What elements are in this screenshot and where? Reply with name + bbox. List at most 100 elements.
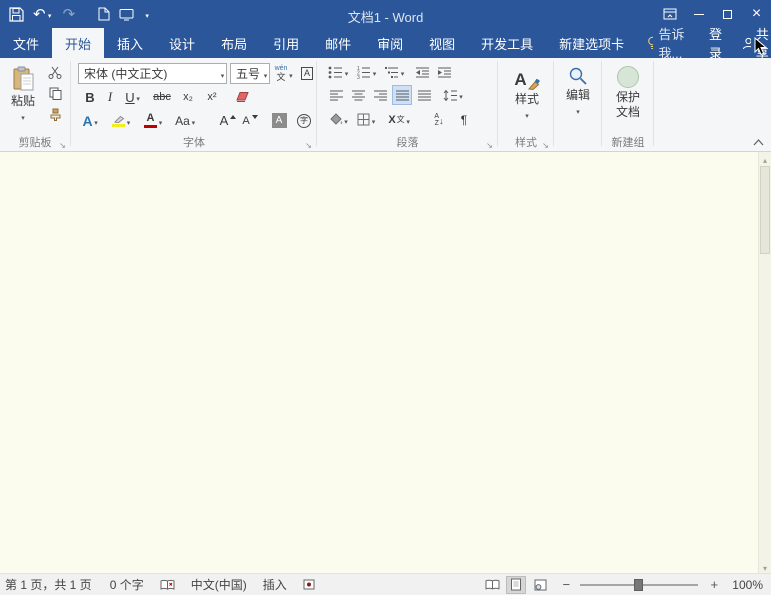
- vertical-scrollbar[interactable]: [758, 152, 771, 573]
- tab-references[interactable]: 引用: [260, 28, 312, 58]
- tab-custom[interactable]: 新建选项卡: [546, 28, 637, 58]
- tab-insert[interactable]: 插入: [104, 28, 156, 58]
- tell-me-box[interactable]: 告诉我...: [637, 27, 697, 61]
- chevron-down-icon[interactable]: [157, 114, 164, 128]
- save-button[interactable]: [9, 6, 24, 22]
- chevron-down-icon[interactable]: [343, 65, 350, 79]
- chevron-down-icon[interactable]: [371, 65, 378, 79]
- zoom-level[interactable]: 100%: [732, 578, 763, 592]
- undo-button[interactable]: [33, 7, 54, 22]
- borders-button[interactable]: [354, 109, 380, 130]
- scroll-up-arrow[interactable]: [759, 152, 771, 165]
- align-left-button[interactable]: [326, 85, 346, 105]
- read-mode-button[interactable]: [482, 576, 502, 594]
- increase-indent-button[interactable]: [434, 62, 454, 82]
- tab-developer[interactable]: 开发工具: [468, 28, 546, 58]
- tab-file[interactable]: 文件: [0, 28, 52, 58]
- protect-document-button[interactable]: 保护 文档: [606, 61, 650, 135]
- shrink-font-button[interactable]: A: [240, 110, 260, 131]
- document-canvas[interactable]: [0, 152, 771, 573]
- chevron-down-icon[interactable]: [343, 113, 350, 127]
- line-spacing-button[interactable]: [440, 85, 467, 105]
- distribute-text-button[interactable]: [414, 85, 434, 105]
- scrollbar-thumb[interactable]: [760, 166, 770, 254]
- bullets-button[interactable]: [326, 62, 352, 82]
- cut-button[interactable]: [45, 63, 65, 82]
- chevron-down-icon[interactable]: [458, 88, 465, 102]
- zoom-slider-thumb[interactable]: [634, 578, 644, 591]
- text-effects-button[interactable]: A: [78, 110, 104, 131]
- macro-record-button[interactable]: [303, 579, 315, 590]
- chevron-down-icon[interactable]: [125, 114, 132, 128]
- bold-button[interactable]: B: [80, 87, 100, 107]
- page-number-status[interactable]: 第 1 页，共 1 页: [5, 576, 92, 593]
- styles-dialog-launcher[interactable]: [540, 137, 551, 148]
- subscript-button[interactable]: x₂: [177, 87, 199, 107]
- chevron-down-icon[interactable]: [405, 113, 412, 127]
- asian-layout-button[interactable]: X 文: [384, 109, 416, 130]
- editing-button[interactable]: 编辑: [558, 61, 598, 135]
- underline-button[interactable]: U: [120, 87, 147, 107]
- chevron-down-icon[interactable]: [46, 7, 54, 21]
- zoom-in-button[interactable]: [706, 577, 722, 592]
- chevron-down-icon[interactable]: [370, 113, 377, 127]
- chevron-down-icon[interactable]: [399, 65, 406, 79]
- font-size-combobox[interactable]: 五号: [230, 63, 270, 84]
- tab-design[interactable]: 设计: [156, 28, 208, 58]
- strikethrough-button[interactable]: abc: [149, 87, 175, 107]
- tab-layout[interactable]: 布局: [208, 28, 260, 58]
- zoom-out-button[interactable]: [558, 577, 574, 592]
- numbering-button[interactable]: 123: [354, 62, 380, 82]
- chevron-down-icon[interactable]: [287, 67, 294, 81]
- print-layout-button[interactable]: [506, 575, 527, 594]
- insert-mode-status[interactable]: 插入: [263, 576, 287, 593]
- touch-mode-button[interactable]: [119, 8, 134, 21]
- sort-button[interactable]: A Z: [428, 109, 450, 130]
- character-border-button[interactable]: A: [298, 63, 316, 84]
- align-justify-button[interactable]: [392, 85, 412, 105]
- redo-button[interactable]: [63, 7, 76, 22]
- text-highlight-button[interactable]: [108, 110, 136, 131]
- phonetic-guide-button[interactable]: wén 文: [273, 63, 296, 84]
- font-dialog-launcher[interactable]: [303, 137, 314, 148]
- multilevel-list-button[interactable]: [382, 62, 408, 82]
- language-status[interactable]: 中文(中国): [191, 576, 247, 593]
- customize-quick-access-button[interactable]: [143, 7, 151, 21]
- collapse-ribbon-button[interactable]: [753, 139, 764, 146]
- italic-button[interactable]: I: [101, 87, 119, 107]
- chevron-down-icon[interactable]: [190, 114, 197, 128]
- shading-button[interactable]: [326, 109, 352, 130]
- scroll-down-arrow[interactable]: [759, 560, 771, 573]
- proofing-status-button[interactable]: [160, 579, 175, 591]
- chevron-down-icon[interactable]: [135, 90, 142, 104]
- chevron-down-icon[interactable]: [93, 114, 100, 128]
- character-shading-button[interactable]: A: [268, 110, 290, 131]
- clipboard-dialog-launcher[interactable]: [57, 137, 68, 148]
- format-painter-button[interactable]: [45, 105, 65, 124]
- font-color-button[interactable]: A: [140, 110, 168, 131]
- grow-font-button[interactable]: A: [218, 110, 238, 131]
- decrease-indent-button[interactable]: [412, 62, 432, 82]
- tab-view[interactable]: 视图: [416, 28, 468, 58]
- new-document-button[interactable]: [98, 7, 110, 21]
- chevron-down-icon[interactable]: [219, 67, 226, 81]
- enclose-characters-button[interactable]: 字: [293, 110, 315, 131]
- tab-review[interactable]: 审阅: [364, 28, 416, 58]
- paste-button[interactable]: 粘贴: [3, 61, 43, 135]
- clear-formatting-button[interactable]: [230, 87, 254, 107]
- copy-button[interactable]: [45, 84, 65, 103]
- font-name-combobox[interactable]: 宋体 (中文正文): [78, 63, 227, 84]
- zoom-slider[interactable]: [580, 578, 699, 592]
- sign-in-button[interactable]: 登录: [697, 27, 734, 61]
- word-count-status[interactable]: 0 个字: [110, 576, 144, 593]
- styles-button[interactable]: A 样式: [505, 61, 549, 135]
- tab-mailings[interactable]: 邮件: [312, 28, 364, 58]
- chevron-down-icon[interactable]: [262, 67, 269, 81]
- tab-home[interactable]: 开始: [52, 28, 105, 58]
- change-case-button[interactable]: Aa: [172, 110, 200, 131]
- web-layout-button[interactable]: [530, 576, 550, 594]
- paragraph-dialog-launcher[interactable]: [484, 137, 495, 148]
- show-hide-marks-button[interactable]: ¶: [454, 109, 474, 130]
- align-center-button[interactable]: [348, 85, 368, 105]
- superscript-button[interactable]: x²: [201, 87, 223, 107]
